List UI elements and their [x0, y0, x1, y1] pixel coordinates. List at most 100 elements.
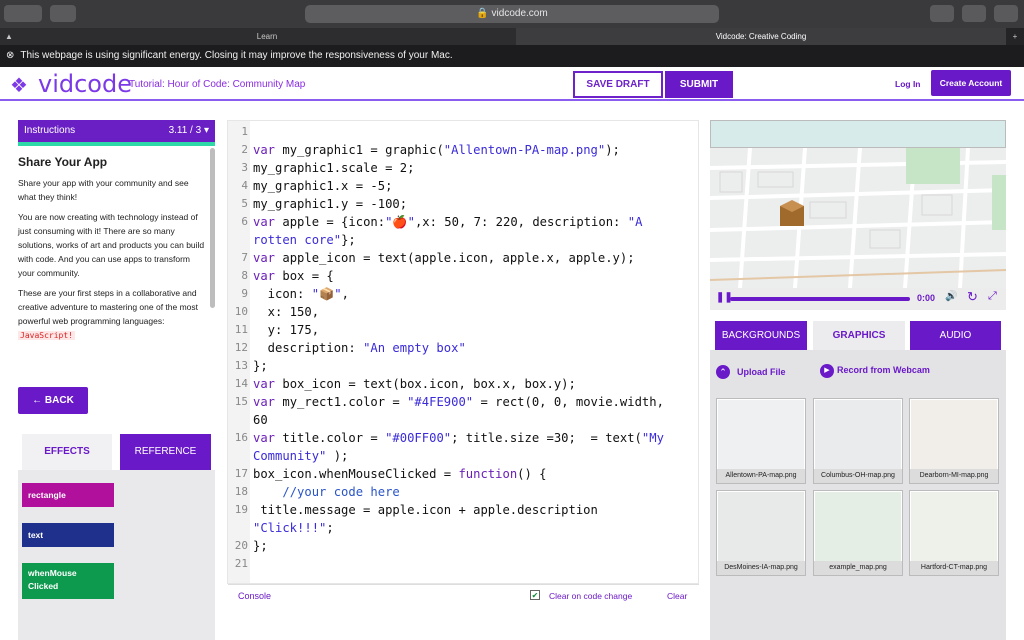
app-header: ❖ vidcode Tutorial: Hour of Code: Commun…	[0, 67, 1024, 101]
code-line: rotten core"};	[253, 233, 356, 247]
asset-label: Allentown-PA-map.png	[717, 469, 805, 483]
clear-button[interactable]: Clear	[667, 591, 687, 601]
code-line: var apple = {icon:"🍎",x: 50, 7: 220, des…	[253, 215, 643, 229]
console-label: Console	[238, 591, 272, 601]
code-line: var my_rect1.color = "#4FE900" = rect(0,…	[253, 395, 664, 409]
logo-heart-icon: ❖	[10, 75, 28, 97]
instructions-title: Share Your App	[18, 155, 108, 169]
code-line: };	[253, 539, 268, 553]
record-webcam-button[interactable]: Record from Webcam	[837, 365, 930, 375]
create-account-button[interactable]: Create Account	[931, 70, 1011, 96]
asset-thumbnail[interactable]: Allentown-PA-map.png	[716, 398, 806, 484]
new-tab-button[interactable]: +	[1006, 28, 1024, 45]
volume-icon[interactable]: 🔊	[945, 291, 957, 302]
effect-when-mouse-clicked[interactable]: whenMouse Clicked	[22, 563, 114, 599]
url-text: vidcode.com	[491, 8, 548, 19]
code-line: //your code here	[282, 485, 400, 499]
instructions-panel: Instructions 3.11 / 3 ▾ Share Your App S…	[18, 120, 215, 640]
asset-label: Columbus-OH-map.png	[814, 469, 902, 483]
code-line: description: "An empty box"	[253, 341, 466, 355]
asset-thumbnail[interactable]: Dearborn-MI-map.png	[909, 398, 999, 484]
lock-icon: 🔒	[476, 8, 492, 19]
tabs-icon[interactable]	[994, 5, 1018, 22]
asset-thumbnail[interactable]: example_map.png	[813, 490, 903, 576]
instructions-header[interactable]: Instructions 3.11 / 3 ▾	[18, 120, 215, 142]
asset-image	[718, 400, 804, 470]
asset-thumbnail[interactable]: DesMoines-IA-map.png	[716, 490, 806, 576]
tab-graphics[interactable]: GRAPHICS	[813, 321, 905, 350]
back-forward-buttons[interactable]	[4, 5, 42, 22]
asset-image	[815, 400, 901, 470]
code-line: var box = {	[253, 269, 334, 283]
media-tabs: BACKGROUNDS GRAPHICS AUDIO	[710, 316, 1006, 350]
video-controls: ❚❚ 0:00 🔊 ↻ ⤢	[710, 288, 1006, 310]
back-button[interactable]: ← BACK	[18, 387, 88, 414]
graphic-rect	[710, 120, 1006, 148]
code-line: var my_graphic1 = graphic("Allentown-PA-…	[253, 143, 620, 157]
tab-learn[interactable]: Learn	[18, 28, 516, 45]
upload-file-button[interactable]: Upload File	[737, 367, 786, 377]
upload-icon[interactable]: ⌃	[716, 365, 730, 379]
instructions-scrollbar[interactable]	[210, 148, 215, 308]
code-line: my_graphic1.x = -5;	[253, 179, 393, 193]
progress-bar[interactable]	[730, 297, 910, 301]
asset-image	[911, 400, 997, 470]
webcam-play-icon[interactable]: ▶	[820, 364, 834, 378]
asset-label: Dearborn-MI-map.png	[910, 469, 998, 483]
logo[interactable]: vidcode	[38, 70, 132, 98]
save-draft-button[interactable]: SAVE DRAFT	[573, 71, 663, 98]
energy-banner: ⊗ This webpage is using significant energ…	[0, 45, 1024, 67]
tab-effects[interactable]: EFFECTS	[22, 434, 112, 470]
effect-text[interactable]: text	[22, 523, 114, 547]
url-bar[interactable]: 🔒 vidcode.com	[305, 5, 719, 23]
asset-label: DesMoines-IA-map.png	[717, 561, 805, 575]
submit-button[interactable]: SUBMIT	[665, 71, 733, 98]
clear-on-change-checkbox[interactable]: ✔	[530, 590, 540, 600]
clear-on-change-label: Clear on code change	[549, 591, 633, 601]
tab-vidcode[interactable]: Vidcode: Creative Coding	[516, 28, 1006, 45]
asset-thumbnail[interactable]: Columbus-OH-map.png	[813, 398, 903, 484]
asset-image	[815, 492, 901, 562]
sidebar-toggle-icon[interactable]	[50, 5, 76, 22]
code-line: };	[253, 359, 268, 373]
browser-toolbar: 🔒 vidcode.com	[0, 0, 1024, 28]
code-line: y: 175,	[253, 323, 320, 337]
code-line: var apple_icon = text(apple.icon, apple.…	[253, 251, 635, 265]
login-link[interactable]: Log In	[895, 79, 921, 89]
step-text: 3.11 / 3	[168, 125, 202, 136]
restart-icon[interactable]: ↻	[967, 289, 978, 305]
code-line: Community" );	[253, 449, 349, 463]
download-icon[interactable]	[930, 5, 954, 22]
code-line: 60	[253, 413, 268, 427]
effect-rectangle[interactable]: rectangle	[22, 483, 114, 507]
close-icon[interactable]: ⊗	[6, 50, 14, 61]
share-icon[interactable]	[962, 5, 986, 22]
tab-audio[interactable]: AUDIO	[910, 321, 1001, 350]
drive-icon[interactable]: ▲	[0, 28, 18, 45]
code-content[interactable]: var my_graphic1 = graphic("Allentown-PA-…	[228, 121, 698, 583]
asset-label: example_map.png	[814, 561, 902, 575]
code-line: icon: "📦",	[253, 287, 349, 301]
tab-backgrounds[interactable]: BACKGROUNDS	[715, 321, 807, 350]
banner-text: This webpage is using significant energy…	[20, 50, 453, 61]
asset-label: Hartford-CT-map.png	[910, 561, 998, 575]
code-line: my_graphic1.y = -100;	[253, 197, 408, 211]
code-line: "Click!!!";	[253, 521, 334, 535]
code-line: var box_icon = text(box.icon, box.x, box…	[253, 377, 576, 391]
asset-image	[718, 492, 804, 562]
asset-thumbnail[interactable]: Hartford-CT-map.png	[909, 490, 999, 576]
progress-strip	[18, 142, 215, 146]
instructions-content: Share Your App Share your app with your …	[18, 154, 208, 343]
step-counter[interactable]: 3.11 / 3 ▾	[169, 120, 209, 142]
code-line: var title.color = "#00FF00"; title.size …	[253, 431, 664, 445]
code-line: my_graphic1.scale = 2;	[253, 161, 415, 175]
browser-tabs: ▲ Learn Vidcode: Creative Coding +	[0, 28, 1024, 45]
video-preview[interactable]	[710, 120, 1006, 310]
code-line: title.message = apple.icon + apple.descr…	[253, 503, 598, 517]
map-preview-image	[710, 147, 1006, 289]
fullscreen-icon[interactable]: ⤢	[988, 290, 997, 303]
javascript-code-tag: JavaScript!	[18, 331, 75, 340]
tab-reference[interactable]: REFERENCE	[120, 434, 211, 470]
time-display: 0:00	[917, 293, 936, 303]
effect-when-mouse-clicked-label: whenMouse Clicked	[28, 568, 77, 591]
